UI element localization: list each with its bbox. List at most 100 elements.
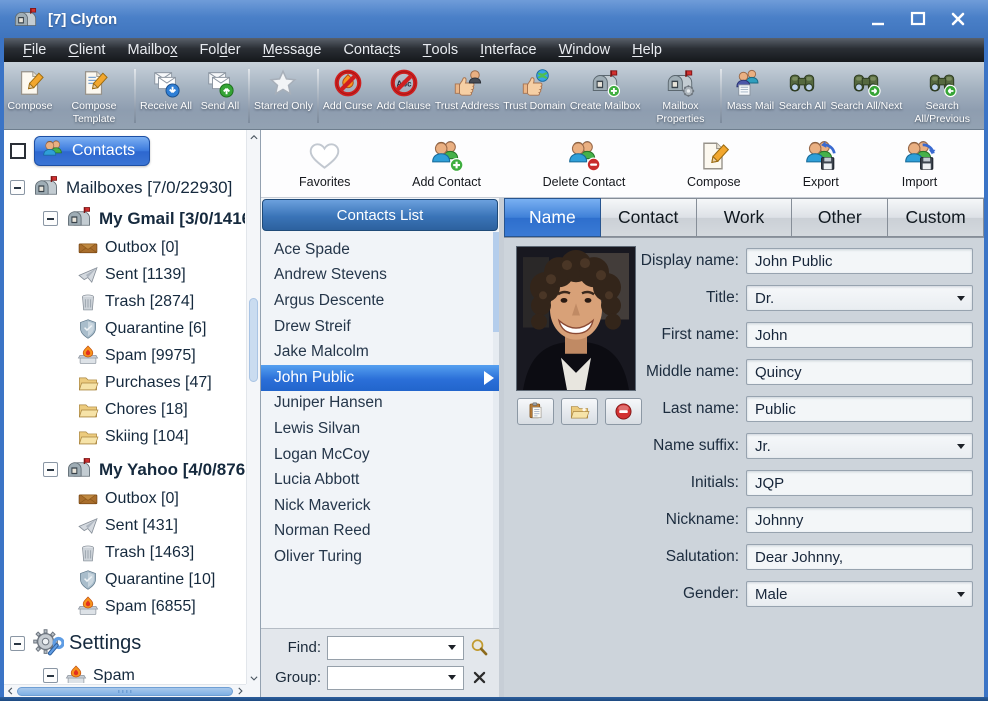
toolbar-mass-mail[interactable]: Mass Mail — [724, 68, 776, 113]
selected-tree-item[interactable]: Contacts — [34, 136, 151, 166]
action-delete-contact[interactable]: Delete Contact — [543, 139, 625, 189]
action-compose[interactable]: Compose — [687, 139, 741, 189]
contact-item-ace-spade[interactable]: Ace Spade — [261, 237, 499, 263]
contact-item-nick-maverick[interactable]: Nick Maverick — [261, 493, 499, 519]
tree-item-quarantine[interactable]: Quarantine [10] — [10, 566, 245, 593]
tab-contact[interactable]: Contact — [600, 198, 697, 237]
tab-other[interactable]: Other — [792, 198, 889, 237]
collapse-toggle-icon[interactable] — [10, 635, 25, 651]
toolbar-search-all[interactable]: Search All — [776, 68, 828, 113]
toolbar-snooze[interactable]: Snooze — [980, 68, 984, 113]
action-favorites[interactable]: Favorites — [299, 139, 350, 189]
scroll-left-arrow[interactable] — [6, 686, 14, 696]
menu-window[interactable]: Window — [548, 38, 622, 62]
field-middle-name-input[interactable]: Quincy — [746, 359, 973, 385]
collapse-toggle-icon[interactable] — [10, 180, 25, 195]
field-display-name-input[interactable]: John Public — [746, 248, 973, 274]
tree-item-outbox[interactable]: Outbox [0] — [10, 234, 245, 261]
chevron-down-icon[interactable] — [957, 295, 965, 301]
sidebar-hscroll-thumb[interactable] — [17, 686, 233, 696]
minimize-button[interactable] — [866, 7, 890, 31]
field-initials-input[interactable]: JQP — [746, 470, 973, 496]
menu-client[interactable]: Client — [57, 38, 116, 62]
tree-item-trash[interactable]: Trash [2874] — [10, 288, 245, 315]
toolbar-compose-template[interactable]: Compose Template — [56, 68, 132, 125]
tree-item-my-gmail[interactable]: My Gmail [3/0/14168] — [10, 203, 245, 234]
tree-item-spam[interactable]: Spam [6855] — [10, 593, 245, 620]
contact-item-drew-streif[interactable]: Drew Streif — [261, 314, 499, 340]
checkbox[interactable] — [10, 143, 26, 159]
menu-tools[interactable]: Tools — [412, 38, 469, 62]
action-import[interactable]: Import — [901, 139, 938, 189]
tab-name[interactable]: Name — [504, 198, 601, 237]
toolbar-trust-address[interactable]: Trust Address — [433, 68, 501, 113]
paste-photo-button[interactable] — [517, 398, 554, 425]
menu-folder[interactable]: Fol d er — [188, 38, 251, 62]
tab-work[interactable]: Work — [696, 198, 793, 237]
maximize-button[interactable] — [906, 7, 930, 31]
sidebar-vscroll-thumb[interactable] — [249, 298, 258, 382]
menu-interface[interactable]: Interface — [469, 38, 547, 62]
tree-item-trash[interactable]: Trash [1463] — [10, 539, 245, 566]
tree-item-quarantine[interactable]: Quarantine [6] — [10, 315, 245, 342]
search-icon[interactable] — [469, 637, 490, 658]
toolbar-send-all[interactable]: Send All — [194, 68, 246, 113]
chevron-down-icon[interactable] — [448, 675, 456, 680]
action-add-contact[interactable]: Add Contact — [412, 139, 481, 189]
tree-item-contacts[interactable]: Contacts — [10, 134, 245, 168]
tree-item-skiing[interactable]: Skiing [104] — [10, 423, 245, 450]
tree-item-mailboxes[interactable]: Mailboxes [7/0/22930] — [10, 172, 245, 203]
tree-item-sent[interactable]: Sent [1139] — [10, 261, 245, 288]
field-first-name-input[interactable]: John — [746, 322, 973, 348]
collapse-toggle-icon[interactable] — [43, 668, 58, 683]
toolbar-mailbox-properties[interactable]: Mailbox Properties — [642, 68, 718, 125]
toolbar-compose[interactable]: Compose — [4, 68, 56, 113]
collapse-toggle-icon[interactable] — [43, 462, 58, 477]
contact-item-jake-malcolm[interactable]: Jake Malcolm — [261, 339, 499, 365]
menu-contacts[interactable]: Contac t s — [332, 38, 411, 62]
group-combobox[interactable] — [327, 665, 464, 690]
remove-photo-button[interactable] — [605, 398, 642, 425]
toolbar-add-curse[interactable]: Add Curse — [321, 68, 375, 113]
tree-item-spam[interactable]: Spam [9975] — [10, 342, 245, 369]
field-nickname-input[interactable]: Johnny — [746, 507, 973, 533]
field-gender-combo[interactable]: Male — [746, 581, 973, 607]
menu-message[interactable]: Message — [252, 38, 333, 62]
toolbar-search-all-next[interactable]: Search All/Next — [828, 68, 904, 113]
contact-item-lewis-silvan[interactable]: Lewis Silvan — [261, 416, 499, 442]
contact-item-john-public[interactable]: John Public — [261, 364, 499, 391]
contact-item-oliver-turing[interactable]: Oliver Turing — [261, 544, 499, 570]
toolbar-receive-all[interactable]: Receive All — [138, 68, 194, 113]
field-title-combo[interactable]: Dr. — [746, 285, 973, 311]
toolbar-starred-only[interactable]: Starred Only — [252, 68, 315, 113]
close-button[interactable] — [946, 7, 970, 31]
contact-item-juniper-hansen[interactable]: Juniper Hansen — [261, 391, 499, 417]
menu-file[interactable]: File — [12, 38, 57, 62]
field-salutation-input[interactable]: Dear Johnny, — [746, 544, 973, 570]
tab-custom[interactable]: Custom — [888, 198, 984, 237]
chevron-down-icon[interactable] — [448, 645, 456, 650]
tree-item-settings[interactable]: Settings — [10, 624, 245, 662]
scroll-down-arrow[interactable] — [247, 671, 260, 684]
chevron-down-icon[interactable] — [957, 443, 965, 449]
action-export[interactable]: Export — [802, 139, 839, 189]
toolbar-search-all-previous[interactable]: Search All/Previous — [904, 68, 980, 125]
tree-item-outbox[interactable]: Outbox [0] — [10, 485, 245, 512]
contact-item-norman-reed[interactable]: Norman Reed — [261, 519, 499, 545]
contact-item-andrew-stevens[interactable]: Andrew Stevens — [261, 263, 499, 289]
scroll-right-arrow[interactable] — [236, 686, 244, 696]
collapse-toggle-icon[interactable] — [43, 211, 58, 226]
browse-photo-button[interactable] — [561, 398, 598, 425]
tree-item-spam[interactable]: Spam — [10, 662, 245, 683]
sidebar-horizontal-scrollbar[interactable] — [4, 684, 246, 697]
scroll-up-arrow[interactable] — [247, 130, 260, 143]
contact-item-argus-descente[interactable]: Argus Descente — [261, 288, 499, 314]
field-name-suffix-combo[interactable]: Jr. — [746, 433, 973, 459]
tree-item-chores[interactable]: Chores [18] — [10, 396, 245, 423]
tree-item-sent[interactable]: Sent [431] — [10, 512, 245, 539]
menu-mailbox[interactable]: Mailbo x — [116, 38, 188, 62]
tree-item-purchases[interactable]: Purchases [47] — [10, 369, 245, 396]
toolbar-trust-domain[interactable]: Trust Domain — [501, 68, 568, 113]
contact-item-lucia-abbott[interactable]: Lucia Abbott — [261, 467, 499, 493]
toolbar-add-clause[interactable]: Abc Add Clause — [375, 68, 433, 113]
